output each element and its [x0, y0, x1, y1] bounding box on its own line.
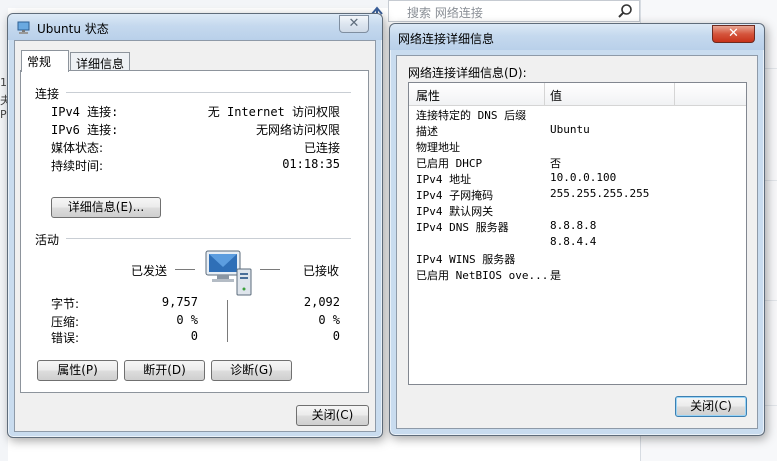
compression-label: 压缩: — [51, 315, 80, 329]
activity-vertical-divider — [227, 300, 228, 342]
details-list-header: 属性 值 — [409, 83, 746, 106]
ipv4-connectivity-value: 无 Internet 访问权限 — [207, 105, 340, 119]
search-placeholder: 搜索 网络连接 — [407, 6, 483, 20]
sent-line — [175, 269, 195, 270]
ipv6-connectivity-label: IPv6 连接: — [51, 123, 119, 137]
errors-label: 错误: — [51, 331, 80, 345]
left-edge-fragment: 1 — [0, 76, 7, 89]
tab-details[interactable]: 详细信息 — [70, 52, 130, 72]
tab-general[interactable]: 常规 — [21, 50, 69, 72]
table-row-value: 255.255.255.255 — [550, 187, 650, 200]
table-row-value: 否 — [550, 157, 561, 170]
table-row-property: IPv4 子网掩码 — [416, 189, 494, 202]
status-close-icon[interactable]: ✕ — [339, 15, 369, 33]
search-box[interactable]: 搜索 网络连接 — [388, 0, 640, 22]
connection-heading: 连接 — [35, 87, 60, 101]
activity-heading: 活动 — [35, 233, 60, 247]
properties-button[interactable]: 属性(P) — [37, 360, 118, 381]
bytes-sent-value: 9,757 — [161, 295, 198, 309]
bytes-label: 字节: — [51, 297, 80, 311]
activity-divider — [66, 238, 351, 239]
network-computers-icon — [203, 247, 255, 300]
table-row-value: 10.0.0.100 — [550, 171, 617, 184]
received-label: 已接收 — [303, 264, 340, 278]
table-row-value: 是 — [550, 269, 561, 282]
sent-label: 已发送 — [131, 264, 168, 278]
compression-received-value: 0 % — [318, 313, 340, 327]
diagnose-button[interactable]: 诊断(G) — [211, 360, 292, 381]
table-row-property: 连接特定的 DNS 后缀 — [416, 109, 527, 122]
table-row-property: IPv4 默认网关 — [416, 205, 494, 218]
media-state-value: 已连接 — [303, 141, 340, 155]
table-row-value: 8.8.4.4 — [550, 235, 597, 248]
table-row-property: 物理地址 — [416, 141, 460, 154]
ipv4-connectivity-label: IPv4 连接: — [51, 105, 119, 119]
table-row-value: Ubuntu — [550, 123, 590, 136]
table-row-value: 8.8.8.8 — [550, 219, 597, 232]
table-row-property: IPv4 DNS 服务器 — [416, 221, 509, 234]
disable-button[interactable]: 断开(D) — [124, 360, 205, 381]
column-header-property[interactable]: 属性 — [416, 87, 440, 104]
table-row-property: 已启用 DHCP — [416, 157, 483, 170]
details-window-title: 网络连接详细信息 — [398, 32, 495, 46]
table-row-property: IPv4 WINS 服务器 — [416, 253, 516, 266]
bytes-received-value: 2,092 — [303, 295, 340, 309]
errors-sent-value: 0 — [190, 329, 198, 343]
left-edge-fragment: P — [0, 108, 7, 121]
column-header-value[interactable]: 值 — [550, 87, 562, 104]
connection-divider — [66, 92, 351, 93]
table-row-property: 描述 — [416, 125, 438, 138]
status-close-button[interactable]: 关闭(C) — [296, 405, 369, 426]
compression-sent-value: 0 % — [176, 313, 198, 327]
details-close-icon[interactable]: ✕ — [712, 25, 755, 43]
network-icon — [17, 21, 33, 38]
errors-received-value: 0 — [332, 329, 340, 343]
received-line — [260, 269, 280, 270]
table-row-property: IPv4 地址 — [416, 173, 472, 186]
ipv6-connectivity-value: 无网络访问权限 — [255, 123, 340, 137]
media-state-label: 媒体状态: — [51, 141, 104, 155]
duration-value: 01:18:35 — [282, 157, 340, 171]
search-icon[interactable] — [617, 3, 633, 19]
details-list-label: 网络连接详细信息(D): — [408, 66, 527, 80]
table-row-property: 已启用 NetBIOS ove... — [416, 269, 549, 282]
details-button[interactable]: 详细信息(E)... — [51, 197, 161, 218]
duration-label: 持续时间: — [51, 159, 104, 173]
details-close-button[interactable]: 关闭(C) — [675, 396, 747, 417]
status-window-title: Ubuntu 状态 — [37, 22, 109, 36]
